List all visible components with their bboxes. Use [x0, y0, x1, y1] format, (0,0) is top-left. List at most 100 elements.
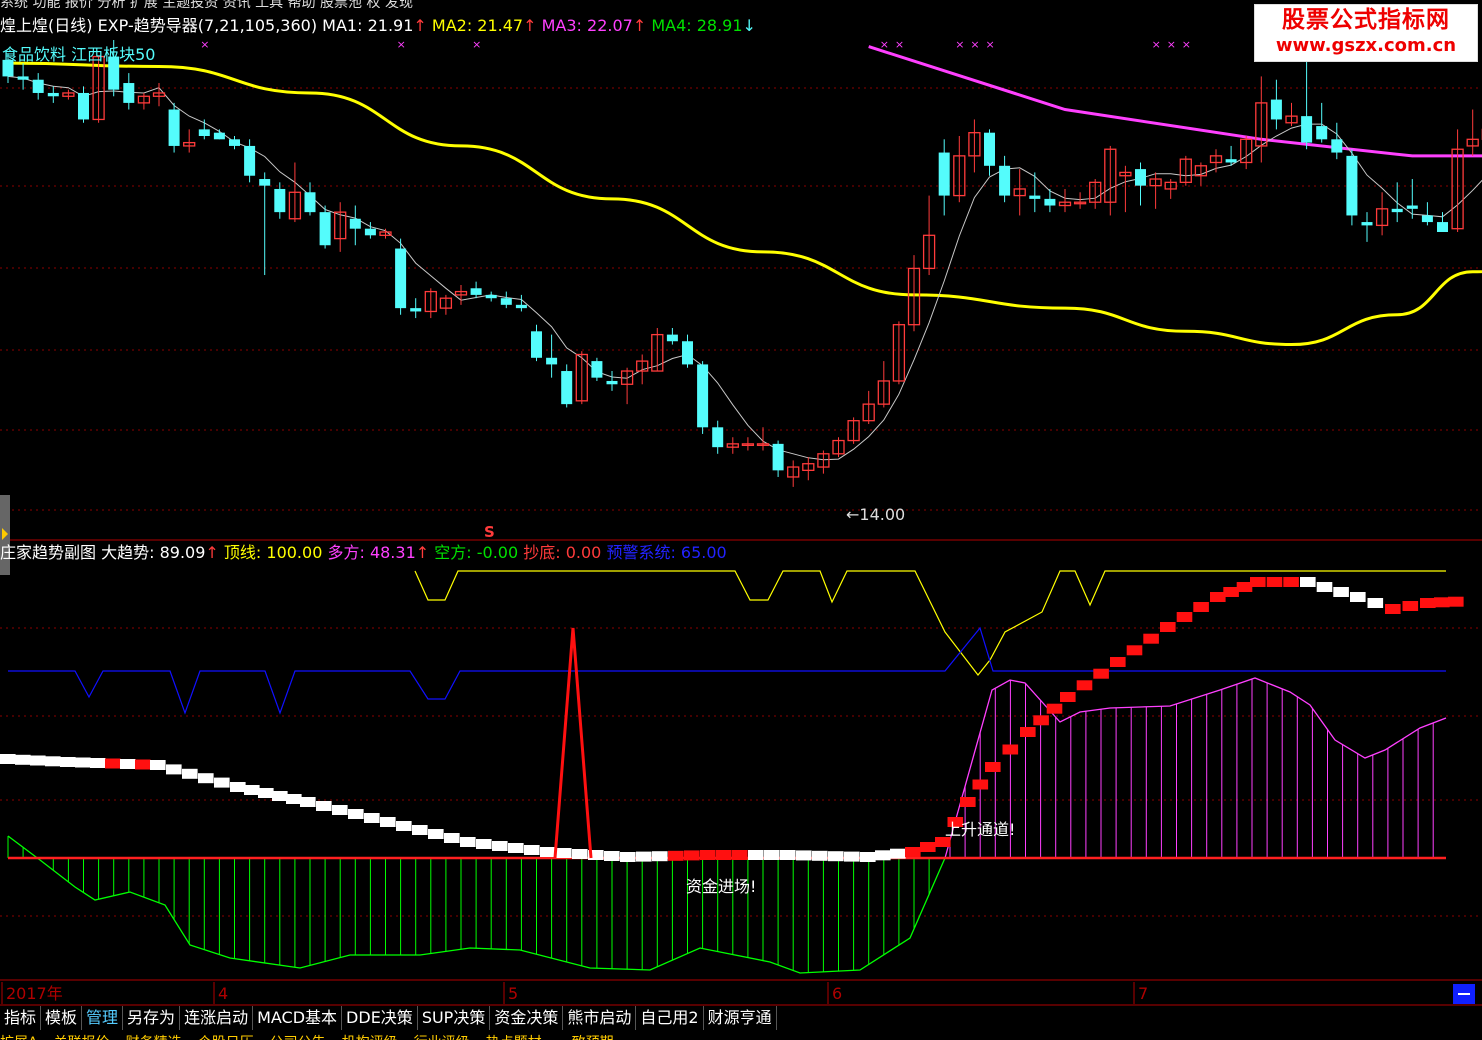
trend-band-segment: [572, 849, 588, 859]
candle-body-down: [531, 331, 542, 358]
candle-body-down: [168, 109, 180, 146]
trend-band-segment: [1402, 601, 1419, 611]
signal-marker: ×: [970, 38, 979, 51]
trend-band-segment: [524, 845, 540, 855]
candle-body-down: [591, 361, 603, 378]
tab-6[interactable]: DDE决策: [342, 1006, 418, 1030]
trend-band-segment: [828, 851, 844, 862]
trend-band-segment: [300, 797, 316, 807]
trend-band-segment: [150, 760, 166, 770]
trend-band-segment: [15, 754, 31, 765]
candle-body-down: [1361, 222, 1373, 226]
warning-line: [8, 626, 1446, 715]
bottom-function-0[interactable]: 扩展A: [0, 1036, 38, 1040]
trend-band-segment: [244, 785, 260, 795]
trend-band-segment: [860, 852, 876, 862]
bottom-signal-spike: [553, 627, 593, 859]
candle-body-down: [1029, 195, 1041, 199]
signal-marker: ×: [1152, 38, 1161, 51]
date-axis-label: 4: [218, 984, 229, 1003]
tab-2[interactable]: 管理: [82, 1006, 124, 1030]
tab-11[interactable]: 财源亨通: [703, 1006, 777, 1030]
trend-band-segment: [1266, 577, 1283, 587]
signal-marker: ×: [1182, 38, 1191, 51]
candle-body-down: [1346, 155, 1358, 216]
trend-band-segment: [166, 764, 182, 775]
trend-band-segment: [332, 805, 348, 815]
ma3-up-arrow-icon: ↑: [632, 16, 647, 35]
sector-label: 食品饮料 江西板块50: [2, 45, 156, 64]
trend-band-segment: [272, 791, 288, 801]
trend-band-segment: [1448, 596, 1464, 607]
tab-5[interactable]: MACD基本: [253, 1006, 343, 1030]
bottom-function-7[interactable]: 热点题材: [486, 1036, 542, 1040]
trend-band-segment: [748, 850, 764, 860]
trend-band-segment: [90, 758, 106, 768]
candle-body-down: [274, 188, 286, 213]
trend-band-segment: [258, 788, 274, 798]
signal-marker: ×: [986, 38, 995, 51]
magenta-envelope: [944, 677, 1447, 859]
tab-7[interactable]: SUP决策: [417, 1006, 491, 1030]
bottom-function-8[interactable]: 一致预期: [558, 1036, 614, 1040]
tab-10[interactable]: 自己用2: [636, 1006, 704, 1030]
trend-band-segment: [60, 757, 76, 767]
chaodi-readout: 抄底: 0.00: [523, 543, 602, 562]
candle-body-down: [1316, 126, 1328, 140]
trend-band-segment: [0, 754, 16, 764]
trend-band-segment: [1193, 602, 1209, 612]
ma1-up-arrow-icon: ↑: [413, 16, 427, 35]
ma3-line: [868, 45, 1482, 158]
bottom-function-4[interactable]: 公司公告: [270, 1036, 326, 1040]
indicator-tab-bar: 指标 模板 管理 另存为 连涨启动 MACD基本 DDE决策 SUP决策 资金决策 熊市启动 自己用…: [0, 1006, 777, 1032]
watermark-title: 股票公式指标网: [1282, 7, 1450, 33]
trend-band-segment: [1316, 582, 1333, 592]
trend-band-segment: [364, 813, 380, 823]
tab-3[interactable]: 另存为: [123, 1006, 181, 1030]
trend-band-segment: [460, 837, 476, 847]
trend-band-segment: [45, 756, 61, 767]
tab-1[interactable]: 模板: [41, 1006, 83, 1030]
candle-body-down: [470, 288, 482, 295]
candle-body-down: [515, 304, 527, 309]
tab-8[interactable]: 资金决策: [490, 1006, 564, 1030]
candle-body-down: [712, 427, 724, 448]
candle-body-down: [772, 443, 784, 471]
site-watermark: 股票公式指标网 www.gszx.com.cn: [1254, 4, 1478, 62]
trend-band-segment: [875, 850, 891, 861]
bottom-function-1[interactable]: 关联报价: [54, 1036, 110, 1040]
yujing-readout: 预警系统: 65.00: [606, 543, 727, 562]
bottom-function-2[interactable]: 财务精选: [126, 1036, 182, 1040]
dingxian-readout: 顶线: 100.00: [223, 543, 323, 562]
trend-band-segment: [492, 841, 508, 851]
trend-band-segment: [700, 850, 716, 860]
tab-0[interactable]: 指标: [0, 1006, 42, 1030]
candle-body-down: [1301, 116, 1313, 143]
trend-band-segment: [905, 847, 921, 857]
trend-band-segment: [812, 850, 828, 861]
trend-band-segment: [230, 782, 246, 792]
trend-band-segment: [105, 758, 121, 769]
bottom-function-3[interactable]: 个股日历: [198, 1036, 254, 1040]
trend-band-segment: [198, 773, 214, 784]
trend-band-segment: [1283, 577, 1299, 587]
bottom-function-5[interactable]: 机构评级: [342, 1036, 398, 1040]
signal-marker: ×: [880, 38, 889, 51]
da-qushi-up-arrow-icon: ↑: [205, 543, 219, 562]
trend-band-segment: [316, 801, 332, 811]
trend-band-segment: [1093, 668, 1109, 679]
bottom-function-6[interactable]: 行业评级: [414, 1036, 470, 1040]
candle-body-down: [1135, 169, 1146, 186]
trend-band-segment: [214, 777, 230, 788]
sub-panel-header: 庄家趋势副图 大趋势: 89.09↑ 顶线: 100.00 多方: 48.31↑…: [0, 543, 727, 563]
signal-marker: ×: [1167, 38, 1176, 51]
tab-4[interactable]: 连涨启动: [180, 1006, 254, 1030]
trend-band-segment: [1033, 715, 1049, 726]
trend-band-segment: [716, 850, 732, 860]
trend-band-segment: [396, 821, 412, 831]
tab-9[interactable]: 熊市启动: [563, 1006, 637, 1030]
trend-band-segment: [844, 851, 860, 862]
signal-marker: ×: [472, 38, 481, 51]
fund-entry-annotation: 资金进场!: [686, 877, 757, 896]
trend-band-segment: [120, 759, 136, 769]
